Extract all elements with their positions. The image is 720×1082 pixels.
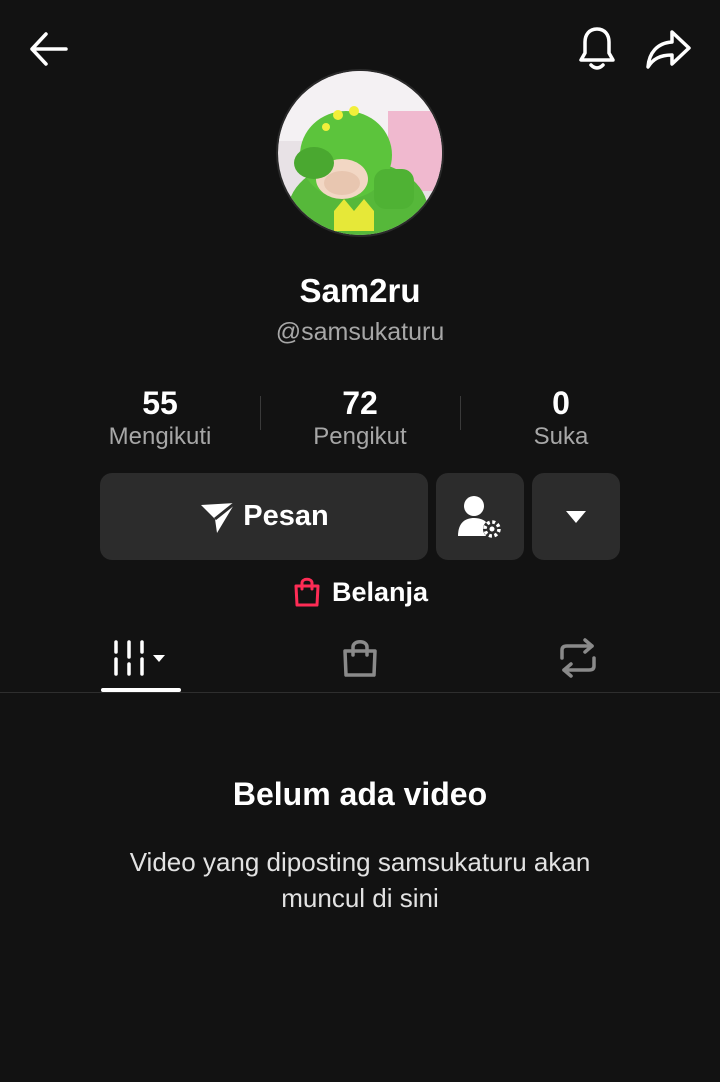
caret-down-icon [566, 510, 586, 523]
stat-following-value: 55 [142, 385, 178, 421]
stat-following-label: Mengikuti [108, 423, 212, 450]
share-button[interactable] [640, 22, 696, 76]
message-button-label: Pesan [243, 500, 329, 532]
shop-label: Belanja [331, 576, 429, 607]
shopping-bag-icon [294, 577, 320, 607]
more-options-button[interactable] [532, 473, 620, 560]
empty-state-description: Video yang diposting samsukaturu akan mu… [129, 847, 591, 913]
stat-likes[interactable]: 0 Suka [461, 384, 661, 452]
stat-following[interactable]: 55 Mengikuti [60, 384, 260, 452]
shopping-bag-icon [343, 640, 377, 677]
friend-settings-button[interactable] [436, 473, 524, 560]
stat-likes-label: Suka [533, 423, 589, 450]
notification-button[interactable] [570, 22, 624, 76]
empty-state-title: Belum ada video [232, 776, 488, 812]
username-handle: @samsukaturu [275, 318, 445, 346]
display-name: Sam2ru [299, 272, 421, 309]
stat-followers[interactable]: 72 Pengikut [260, 384, 460, 452]
tab-videos[interactable] [101, 625, 181, 691]
message-button[interactable]: Pesan [100, 473, 428, 560]
arrow-left-icon [30, 32, 68, 66]
back-button[interactable] [20, 24, 76, 74]
tabs-divider [0, 692, 720, 693]
bell-icon [579, 27, 615, 70]
shop-link[interactable]: Belanja [0, 576, 720, 608]
tab-reposts[interactable] [538, 625, 618, 691]
grid-bars-icon [114, 640, 165, 676]
stat-followers-value: 72 [342, 385, 378, 421]
stat-followers-label: Pengikut [313, 423, 407, 450]
avatar[interactable] [276, 69, 444, 237]
stat-likes-value: 0 [552, 385, 570, 421]
tab-shop[interactable] [320, 625, 400, 691]
repost-icon [560, 638, 596, 678]
share-arrow-icon [646, 30, 691, 69]
send-icon [201, 501, 237, 533]
user-gear-icon [458, 495, 501, 538]
dinosaur-costume-photo [278, 71, 442, 235]
